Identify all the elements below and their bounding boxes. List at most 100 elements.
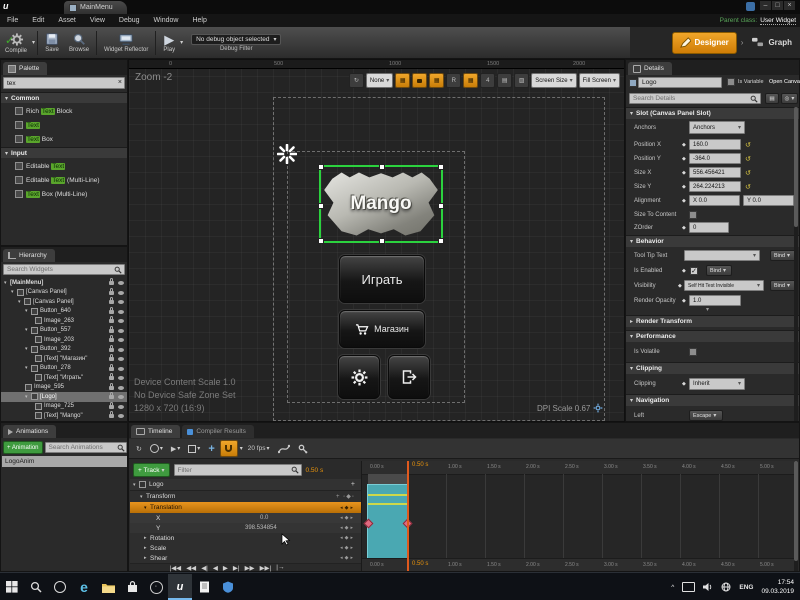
resize-handle[interactable]	[438, 238, 444, 244]
settings-button-widget[interactable]	[338, 355, 380, 399]
taskbar-app-button[interactable]: ◦	[144, 574, 168, 600]
compile-button[interactable]: ✓ Compile	[0, 28, 32, 58]
position-y-input[interactable]: -364.0	[689, 153, 741, 164]
loop-mode-button[interactable]: |→	[274, 564, 287, 571]
compile-options-caret-icon[interactable]: ▾	[32, 39, 35, 46]
tooltip-input[interactable]: ▾	[684, 250, 760, 261]
hierarchy-row-text-magazin[interactable]: [Text] "Магазин"	[1, 354, 127, 364]
menu-help[interactable]: Help	[185, 14, 213, 27]
designer-viewport[interactable]: 0 500 1000 1500 2000 Zoom -2 ↻ None▾ ▦ ▦…	[128, 59, 625, 422]
save-button[interactable]: Save	[40, 28, 64, 58]
visibility-eye-icon[interactable]	[118, 281, 124, 285]
resize-handle[interactable]	[379, 164, 385, 170]
screen-size-dropdown[interactable]: Screen Size▾	[531, 73, 576, 88]
widget-reflector-button[interactable]: Widget Reflector	[99, 28, 153, 58]
minimize-button[interactable]: –	[760, 1, 771, 10]
anchor-medallion-icon[interactable]	[277, 144, 297, 164]
anchors-dropdown[interactable]: Anchors▾	[689, 121, 745, 134]
taskbar-search-button[interactable]	[24, 574, 48, 600]
menu-view[interactable]: View	[83, 14, 112, 27]
visibility-eye-icon[interactable]	[118, 348, 124, 352]
keyframe-icon[interactable]: ◆	[682, 268, 686, 274]
timeline-scrollbar[interactable]	[794, 461, 798, 571]
reset-to-default-icon[interactable]: ↺	[745, 155, 751, 163]
clipping-dropdown[interactable]: Inherit▾	[689, 378, 745, 390]
is-enabled-bind-button[interactable]: Bind▾	[706, 265, 732, 276]
lock-icon[interactable]	[109, 329, 114, 333]
taskbar-store-button[interactable]	[120, 574, 144, 600]
animation-section-block[interactable]	[368, 485, 407, 558]
hierarchy-row-canvas-1[interactable]: ▾[Canvas Panel]	[1, 288, 127, 298]
lock-toggle[interactable]	[412, 73, 427, 88]
visibility-eye-icon[interactable]	[118, 376, 124, 380]
animations-search-input[interactable]	[45, 442, 127, 453]
details-scrollbar-thumb[interactable]	[794, 107, 798, 227]
key-controls[interactable]: ◂◆▸	[340, 525, 355, 531]
rotation-mode-button[interactable]: R	[446, 73, 461, 88]
lock-icon[interactable]	[109, 395, 114, 399]
is-variable-checkbox[interactable]	[727, 78, 735, 86]
shop-button-widget[interactable]: Магазин	[339, 310, 425, 348]
taskbar-unreal-button-active[interactable]: u	[168, 574, 192, 600]
snap-options-caret-icon[interactable]: ▾	[240, 445, 243, 452]
asset-tab-mainmenu[interactable]: MainMenu	[64, 1, 127, 14]
palette-item-editable-text-multiline[interactable]: Editable Text (Multi-Line)	[1, 173, 127, 187]
visibility-eye-icon[interactable]	[118, 291, 124, 295]
key-controls[interactable]: ◂◆▸	[340, 505, 355, 511]
lock-icon[interactable]	[109, 319, 114, 323]
menu-window[interactable]: Window	[147, 14, 186, 27]
taskbar-messenger-button[interactable]	[216, 574, 240, 600]
lock-icon[interactable]	[109, 281, 114, 285]
curve-editor-button[interactable]	[275, 441, 293, 457]
localization-preview-button[interactable]: ↻	[349, 73, 364, 88]
section-render-transform[interactable]: ▸Render Transform	[626, 315, 799, 327]
resize-handle[interactable]	[318, 164, 324, 170]
play-forward-button[interactable]: ▶	[220, 564, 230, 572]
prev-key-button[interactable]: ◀◀	[184, 564, 199, 572]
add-key-icon[interactable]: +	[351, 481, 355, 488]
expand-advanced-icon[interactable]: ▾	[706, 306, 709, 313]
keyframe-icon[interactable]: ◆	[678, 283, 682, 289]
lock-icon[interactable]	[109, 414, 114, 418]
key-controls[interactable]: ◂◆▸	[340, 545, 355, 551]
palette-item-text-box[interactable]: Text Box	[1, 132, 127, 146]
lock-icon[interactable]	[109, 338, 114, 342]
lock-icon[interactable]	[109, 405, 114, 409]
tooltip-bind-button[interactable]: Bind▾	[770, 250, 796, 261]
to-end-button[interactable]: ▶▶|	[257, 564, 274, 572]
hierarchy-row-canvas-2[interactable]: ▾[Canvas Panel]	[1, 297, 127, 307]
size-x-input[interactable]: 556.456421	[689, 167, 741, 178]
preview-none-dropdown[interactable]: None▾	[366, 73, 393, 88]
graph-mode-button[interactable]: Graph	[747, 33, 796, 53]
is-volatile-checkbox[interactable]	[689, 348, 697, 356]
play-game-button-widget[interactable]: Играть	[339, 255, 425, 303]
tray-expand-icon[interactable]: ^	[671, 584, 674, 591]
alignment-y-input[interactable]: Y 0.0	[743, 195, 794, 206]
section-performance[interactable]: ▾Performance	[626, 330, 799, 342]
reset-to-default-icon[interactable]: ↺	[745, 141, 751, 149]
grid-size-value[interactable]: 4	[480, 73, 495, 88]
menu-asset[interactable]: Asset	[51, 14, 83, 27]
resize-handle[interactable]	[379, 238, 385, 244]
logo-image[interactable]: Mango	[323, 169, 439, 239]
lock-icon[interactable]	[109, 376, 114, 380]
visibility-dropdown[interactable]: Self Hit Test Invisible▾	[684, 280, 764, 291]
designer-mode-button[interactable]: Designer	[672, 32, 737, 54]
palette-item-text[interactable]: Text	[1, 118, 127, 132]
move-tool-button[interactable]: +	[205, 441, 217, 457]
lock-icon[interactable]	[109, 357, 114, 361]
start-button[interactable]	[0, 574, 24, 600]
hierarchy-row-image-595[interactable]: Image_595	[1, 383, 127, 393]
timeline-scrollbar-thumb[interactable]	[794, 461, 798, 561]
size-to-content-checkbox[interactable]	[689, 211, 697, 219]
keyframe-icon[interactable]: ◆	[682, 198, 686, 204]
lock-icon[interactable]	[109, 367, 114, 371]
snap-magnet-toggle[interactable]	[220, 440, 238, 457]
feedback-icon[interactable]	[746, 2, 755, 11]
menu-edit[interactable]: Edit	[25, 14, 51, 27]
visibility-eye-icon[interactable]	[118, 310, 124, 314]
tab-timeline[interactable]: Timeline	[131, 425, 180, 438]
details-scrollbar[interactable]	[794, 107, 798, 421]
animation-item-logoanim[interactable]: LogoAnim	[2, 456, 127, 467]
key-controls[interactable]: ◂◆▸	[340, 535, 355, 541]
